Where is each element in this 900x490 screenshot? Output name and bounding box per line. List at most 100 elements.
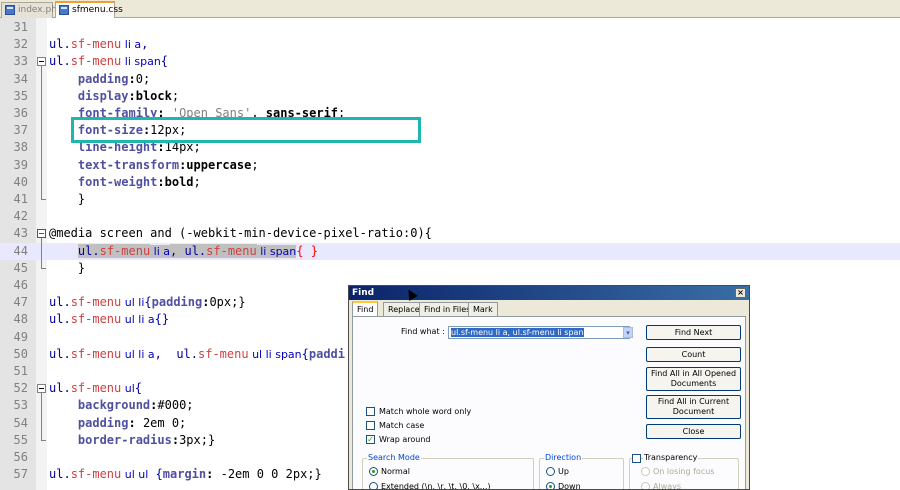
line-number: 54 bbox=[13, 415, 28, 430]
code-token: ; bbox=[251, 157, 259, 172]
code-line[interactable]: 43 @media screen and (-webkit-min-device-… bbox=[0, 225, 900, 242]
code-text: border-radius:3px;} bbox=[49, 432, 215, 449]
code-token: sf-menu bbox=[206, 243, 257, 258]
code-line[interactable]: 45 } bbox=[0, 260, 900, 277]
code-token: sf-menu bbox=[99, 243, 151, 258]
code-text: background:#000; bbox=[49, 397, 194, 414]
extended-radio[interactable] bbox=[369, 482, 378, 489]
wrap-around-checkbox[interactable]: ✓ bbox=[366, 435, 375, 444]
code-line[interactable]: 42 bbox=[0, 208, 900, 225]
code-line[interactable]: 33 ul.sf-menu li span{ bbox=[0, 53, 900, 70]
code-line[interactable]: 35 display:block; bbox=[0, 88, 900, 105]
line-number: 43 bbox=[13, 226, 28, 241]
code-token: { } bbox=[296, 243, 318, 258]
code-text: @media screen and (-webkit-min-device-pi… bbox=[49, 225, 432, 242]
code-line[interactable]: 31 bbox=[0, 19, 900, 36]
up-radio[interactable] bbox=[546, 467, 555, 476]
line-number: 57 bbox=[13, 467, 28, 482]
code-token: ul. bbox=[49, 346, 71, 361]
code-token: : bbox=[171, 432, 180, 447]
code-line[interactable]: 39 text-transform:uppercase; bbox=[0, 157, 900, 174]
close-icon[interactable]: × bbox=[735, 288, 746, 298]
line-number: 38 bbox=[13, 140, 28, 155]
tab-label: sfmenu.css bbox=[72, 5, 123, 15]
code-line[interactable]: 40 font-weight:bold; bbox=[0, 174, 900, 191]
code-token: { bbox=[144, 295, 152, 310]
down-label: Down bbox=[558, 482, 581, 490]
tab-find[interactable]: Find bbox=[352, 301, 379, 317]
tab-mark[interactable]: Mark bbox=[468, 302, 498, 316]
down-radio[interactable] bbox=[546, 482, 555, 489]
find-dialog: Find × Find Replace Find in Files Mark F… bbox=[348, 285, 750, 490]
code-token: font-weight bbox=[77, 174, 158, 189]
code-text: padding: 2em 0; bbox=[49, 415, 186, 432]
code-token: li span bbox=[121, 55, 161, 69]
line-number: 56 bbox=[13, 450, 28, 464]
line-number: 50 bbox=[13, 346, 28, 361]
code-text: ul.sf-menu ul{ bbox=[49, 380, 142, 397]
code-line[interactable]: 41 } bbox=[0, 191, 900, 208]
close-button[interactable]: Close bbox=[646, 424, 741, 439]
match-whole-word-checkbox[interactable] bbox=[366, 407, 375, 416]
code-token: : bbox=[157, 174, 165, 189]
chevron-down-icon[interactable]: ▾ bbox=[623, 327, 633, 338]
code-line[interactable]: 34 padding:0; bbox=[0, 71, 900, 88]
code-line[interactable]: 44 ul.sf-menu li a, ul.sf-menu li span{ … bbox=[0, 242, 900, 260]
line-number: 51 bbox=[13, 364, 28, 378]
on-losing-focus-label: On losing focus bbox=[653, 467, 715, 476]
code-token: , ul. bbox=[170, 243, 207, 258]
find-next-button[interactable]: Find Next bbox=[646, 325, 741, 340]
code-text: font-weight:bold; bbox=[49, 174, 201, 191]
code-token: ul. bbox=[49, 54, 71, 69]
line-number: 48 bbox=[13, 312, 28, 327]
fold-toggle-icon[interactable] bbox=[37, 384, 46, 394]
annotation-highlight-box bbox=[71, 117, 421, 143]
code-token: sf-menu bbox=[70, 467, 122, 482]
code-token: li a bbox=[121, 38, 142, 52]
code-line[interactable]: 32 ul.sf-menu li a, bbox=[0, 36, 900, 53]
code-token: , bbox=[141, 37, 149, 52]
find-all-current-button[interactable]: Find All in Current Document bbox=[646, 395, 741, 419]
code-token: sf-menu bbox=[70, 312, 122, 327]
code-token: ul. bbox=[49, 37, 71, 52]
find-all-opened-button[interactable]: Find All in All Opened Documents bbox=[646, 367, 741, 391]
find-what-input[interactable]: ul.sf-menu li a, ul.sf-menu li span bbox=[448, 326, 630, 339]
code-token: ; bbox=[193, 174, 201, 189]
tab-index-php[interactable]: index.php bbox=[1, 2, 63, 18]
code-text: ul.sf-menu li a, ul.sf-menu li span{ } bbox=[49, 243, 318, 260]
normal-radio[interactable] bbox=[369, 467, 378, 476]
line-number: 53 bbox=[13, 398, 28, 413]
match-case-checkbox[interactable] bbox=[366, 421, 375, 430]
transparency-checkbox[interactable] bbox=[632, 454, 641, 463]
extended-label: Extended (\n, \r, \t, \0, \x...) bbox=[381, 482, 491, 490]
code-token: } bbox=[49, 192, 86, 206]
line-number: 40 bbox=[13, 174, 28, 189]
code-token: ul bbox=[121, 382, 135, 396]
code-token: sf-menu bbox=[198, 346, 249, 361]
code-token: padding bbox=[77, 71, 129, 86]
code-token: , ul. bbox=[154, 346, 198, 361]
code-token: : bbox=[206, 467, 221, 482]
code-text: ul.sf-menu li span{ bbox=[49, 53, 168, 70]
line-number: 45 bbox=[13, 260, 28, 275]
fold-toggle-icon[interactable] bbox=[37, 229, 46, 239]
code-token: ul li bbox=[121, 296, 145, 310]
fold-toggle-icon[interactable] bbox=[37, 57, 46, 67]
tab-find-in-files[interactable]: Find in Files bbox=[419, 302, 476, 316]
count-button[interactable]: Count bbox=[646, 347, 741, 362]
fold-guide bbox=[41, 393, 42, 441]
tab-sfmenu-css[interactable]: sfmenu.css bbox=[55, 1, 123, 19]
code-token: ul. bbox=[77, 243, 100, 258]
code-token: ul. bbox=[49, 295, 71, 310]
code-text: ul.sf-menu li a, bbox=[49, 36, 148, 53]
code-token: : bbox=[128, 415, 143, 430]
on-losing-focus-radio bbox=[641, 467, 650, 476]
line-number: 42 bbox=[13, 209, 28, 224]
code-text: ul.sf-menu ul ul {margin: -2em 0 0 2px;} bbox=[49, 466, 322, 483]
code-token: { bbox=[301, 346, 309, 361]
transparency-label: Transparency bbox=[643, 453, 699, 462]
